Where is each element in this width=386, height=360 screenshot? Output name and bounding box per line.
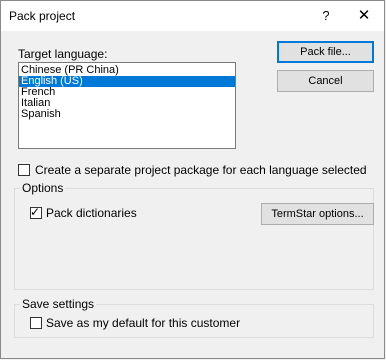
- language-item-french[interactable]: French: [19, 87, 235, 98]
- cancel-button[interactable]: Cancel: [277, 70, 374, 92]
- title-bar: Pack project ? ✕: [1, 1, 384, 31]
- default-customer-label: Save as my default for this customer: [46, 316, 241, 330]
- separate-package-checkbox[interactable]: [18, 164, 30, 176]
- target-language-list[interactable]: Chinese (PR China) English (US) French I…: [18, 62, 236, 149]
- close-button[interactable]: ✕: [346, 3, 382, 29]
- pack-dictionaries-checkbox[interactable]: ✓: [30, 205, 42, 219]
- pack-dictionaries-label: Pack dictionaries: [46, 206, 137, 220]
- options-group-title: Options: [20, 181, 66, 195]
- separate-package-label: Create a separate project package for ea…: [35, 163, 367, 177]
- target-language-label: Target language:: [18, 47, 108, 61]
- checkmark-icon: ✓: [30, 205, 41, 219]
- pack-project-dialog: Pack project ? ✕ Target language: Chines…: [0, 0, 385, 359]
- help-button[interactable]: ?: [311, 3, 341, 29]
- default-customer-checkbox[interactable]: [30, 317, 42, 329]
- dialog-title: Pack project: [9, 9, 76, 23]
- close-icon: ✕: [357, 7, 371, 24]
- save-settings-group-title: Save settings: [20, 297, 97, 311]
- termstar-options-button[interactable]: TermStar options...: [261, 203, 374, 225]
- pack-file-button[interactable]: Pack file...: [277, 41, 374, 63]
- language-item-spanish[interactable]: Spanish: [19, 109, 235, 120]
